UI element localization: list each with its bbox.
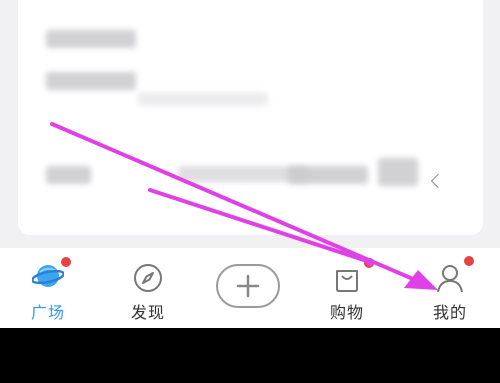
tab-discover[interactable]: 发现 xyxy=(108,248,188,328)
shopping-bag-icon xyxy=(331,262,363,298)
compass-icon xyxy=(132,262,164,298)
blurred-text-line xyxy=(46,30,136,48)
content-card xyxy=(18,0,483,235)
plus-icon xyxy=(236,274,260,298)
notification-badge xyxy=(364,258,374,268)
tab-label: 我的 xyxy=(432,303,467,322)
tab-square[interactable]: 广场 xyxy=(8,248,88,328)
tab-label: 购物 xyxy=(329,303,364,322)
tab-shopping[interactable]: 购物 xyxy=(307,248,387,328)
blurred-text-line xyxy=(46,166,91,184)
planet-icon xyxy=(31,260,65,296)
chevron-left-icon[interactable] xyxy=(430,173,446,189)
notification-badge xyxy=(464,256,474,266)
tab-mine[interactable]: 我的 xyxy=(410,248,490,328)
blurred-text-line xyxy=(378,158,418,186)
notification-badge xyxy=(61,257,71,267)
tab-label: 广场 xyxy=(30,303,65,322)
person-icon xyxy=(434,262,466,298)
publish-button[interactable] xyxy=(216,264,280,308)
blurred-text-line xyxy=(288,166,368,184)
black-bottom-bar xyxy=(0,328,500,383)
blurred-text-line xyxy=(46,72,136,90)
tab-label: 发现 xyxy=(130,303,165,322)
blurred-text-line xyxy=(138,92,268,106)
